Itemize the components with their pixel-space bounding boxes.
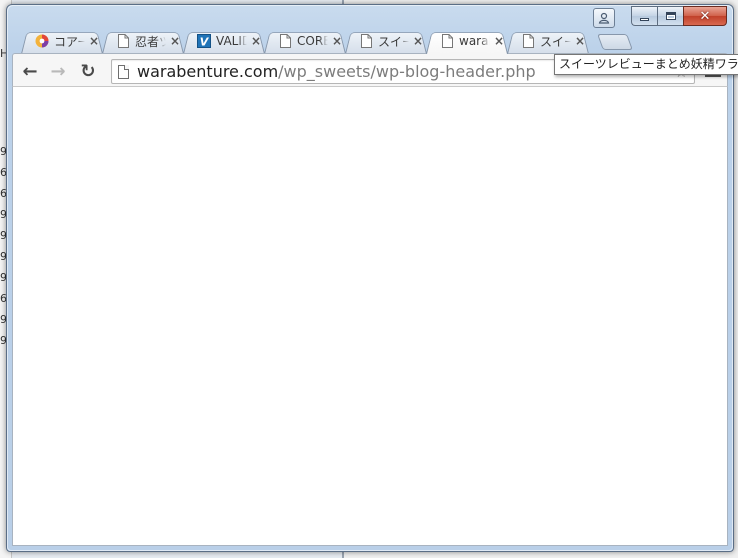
hamburger-icon: [705, 75, 721, 77]
reload-button[interactable]: ↻: [75, 59, 101, 83]
page-icon: [359, 34, 373, 48]
tab-close-icon[interactable]: ×: [170, 34, 180, 48]
tab-close-icon[interactable]: ×: [494, 34, 504, 48]
tab-ninja-tools[interactable]: 忍者ツールズ ×: [98, 28, 188, 54]
tab-close-icon[interactable]: ×: [251, 34, 261, 48]
tab-warabenture-active[interactable]: warabenture.com ×: [422, 28, 512, 54]
reload-icon: ↻: [80, 60, 96, 82]
tab-title: コアーシステムズ: [54, 34, 85, 49]
minimize-button[interactable]: [631, 6, 657, 26]
tab-close-icon[interactable]: ×: [89, 34, 99, 48]
tab-tooltip: スイーツレビューまとめ妖精ワラベンチャー: [554, 54, 738, 75]
tab-strip: コアーシステムズ × 忍者ツールズ × V VALIDATOR × CORESE…: [17, 28, 637, 54]
tab-title: 忍者ツールズ: [135, 34, 166, 49]
tab-close-icon[interactable]: ×: [332, 34, 342, 48]
page-icon: [440, 34, 454, 48]
colorful-swirl-icon: [35, 34, 49, 48]
validator-v-icon: V: [197, 34, 211, 48]
page-icon: [116, 34, 130, 48]
window-caption-buttons: ✕: [631, 6, 727, 26]
maximize-icon: [665, 12, 676, 20]
close-icon: ✕: [699, 8, 711, 24]
close-window-button[interactable]: ✕: [683, 6, 727, 26]
user-icon: [598, 12, 610, 24]
tab-title: CORESERVER: [297, 34, 328, 48]
new-tab-button[interactable]: [597, 34, 633, 50]
page-icon: [521, 34, 535, 48]
browser-window: ✕ コアーシステムズ × 忍者ツールズ ×: [6, 4, 738, 552]
tab-title: warabenture.com: [459, 34, 490, 48]
tab-coreserver[interactable]: CORESERVER ×: [260, 28, 350, 54]
tab-title: スイーツ: [540, 34, 571, 49]
tab-sweets-review[interactable]: スイーツレビュー ×: [341, 28, 431, 54]
forward-button[interactable]: →: [45, 59, 71, 83]
tab-sweets[interactable]: スイーツ ×: [503, 28, 593, 54]
page-icon: [278, 34, 292, 48]
page-icon: [118, 64, 129, 79]
page-content-area[interactable]: [12, 87, 728, 546]
url-host: warabenture.com: [137, 62, 279, 81]
maximize-button[interactable]: [657, 6, 683, 26]
tab-close-icon[interactable]: ×: [575, 34, 585, 48]
minimize-icon: [640, 17, 649, 21]
url-path: /wp_sweets/wp-blog-header.php: [278, 62, 536, 81]
profile-button[interactable]: [593, 8, 615, 28]
back-button[interactable]: ←: [17, 59, 43, 83]
tab-validator[interactable]: V VALIDATOR ×: [179, 28, 269, 54]
forward-arrow-icon: →: [50, 60, 66, 82]
tab-title: VALIDATOR: [216, 34, 247, 48]
back-arrow-icon: ←: [22, 60, 38, 82]
tab-title: スイーツレビュー: [378, 34, 409, 49]
svg-text:V: V: [200, 36, 210, 49]
tab-coresystems[interactable]: コアーシステムズ ×: [17, 28, 107, 54]
